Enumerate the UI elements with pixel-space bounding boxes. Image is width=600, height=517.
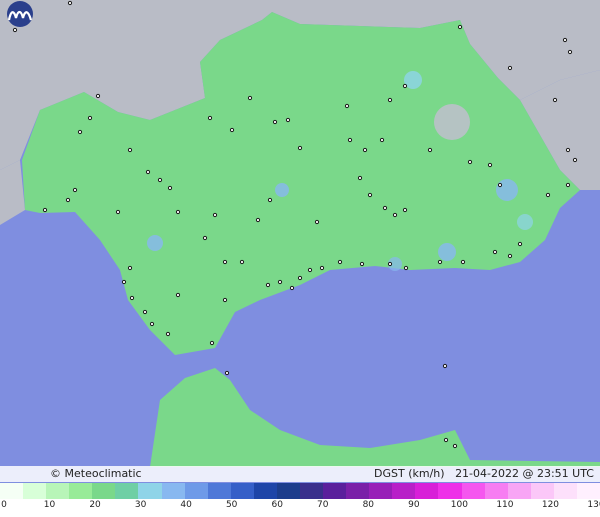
- color-swatch: [115, 483, 139, 499]
- color-swatch: [230, 483, 254, 499]
- gust-hotspot: [434, 104, 470, 140]
- color-swatch: [415, 483, 439, 499]
- scale-tick-label: 120: [541, 500, 560, 510]
- brand-credit: © Meteoclimatic: [50, 467, 142, 480]
- scale-tick-label: 70: [317, 500, 329, 510]
- color-scale: [0, 483, 600, 499]
- scale-tick-label: 100: [450, 500, 468, 510]
- color-swatch: [207, 483, 231, 499]
- scale-tick-label: 90: [408, 500, 420, 510]
- scale-tick-label: 30: [134, 500, 147, 510]
- color-swatch: [323, 483, 347, 499]
- color-swatch: [276, 483, 301, 499]
- gust-hotspot: [517, 214, 533, 230]
- color-swatch: [438, 483, 462, 499]
- color-swatch: [392, 483, 416, 499]
- color-swatch: [69, 483, 93, 499]
- color-swatch: [346, 483, 370, 499]
- color-swatch: [253, 483, 277, 499]
- color-swatch: [530, 483, 554, 499]
- color-swatch: [161, 483, 185, 499]
- scale-tick-label: 10: [43, 500, 56, 510]
- color-swatch: [0, 483, 24, 499]
- gust-hotspot: [438, 243, 456, 261]
- scale-tick-label: 110: [496, 500, 514, 510]
- color-swatch: [300, 483, 324, 499]
- gust-hotspot: [275, 183, 289, 197]
- variable-label: DGST (km/h): [374, 467, 445, 480]
- color-swatch: [184, 483, 208, 499]
- gust-hotspot: [496, 179, 518, 201]
- scale-tick-label: 20: [89, 500, 101, 510]
- scale-tick-label: 80: [362, 500, 375, 510]
- map-canvas: [0, 0, 600, 517]
- color-swatch: [461, 483, 485, 499]
- scale-tick-label: 0: [1, 500, 7, 510]
- map-title: DGST (km/h) 21-04-2022 @ 23:51 UTC: [374, 467, 594, 480]
- color-swatch: [369, 483, 393, 499]
- color-swatch: [553, 483, 577, 499]
- timestamp: 21-04-2022 @ 23:51 UTC: [455, 467, 594, 480]
- scale-tick-label: 60: [271, 500, 283, 510]
- color-scale-ticks: 0 10 20 30 40 50 60 70 80 90 100 110 120 130: [0, 499, 600, 517]
- scale-tick-label: 50: [225, 500, 238, 510]
- gust-hotspot: [147, 235, 163, 251]
- weather-map: © Meteoclimatic DGST (km/h) 21-04-2022 @…: [0, 0, 600, 517]
- color-swatch: [23, 483, 47, 499]
- color-swatch: [46, 483, 70, 499]
- color-swatch: [92, 483, 116, 499]
- color-swatch: [484, 483, 508, 499]
- color-swatch: [507, 483, 531, 499]
- scale-tick-label: 130: [587, 500, 600, 510]
- scale-tick-label: 40: [180, 500, 192, 510]
- color-swatch: [138, 483, 162, 499]
- meteoclimatic-logo: [7, 1, 33, 27]
- color-swatch: [576, 483, 600, 499]
